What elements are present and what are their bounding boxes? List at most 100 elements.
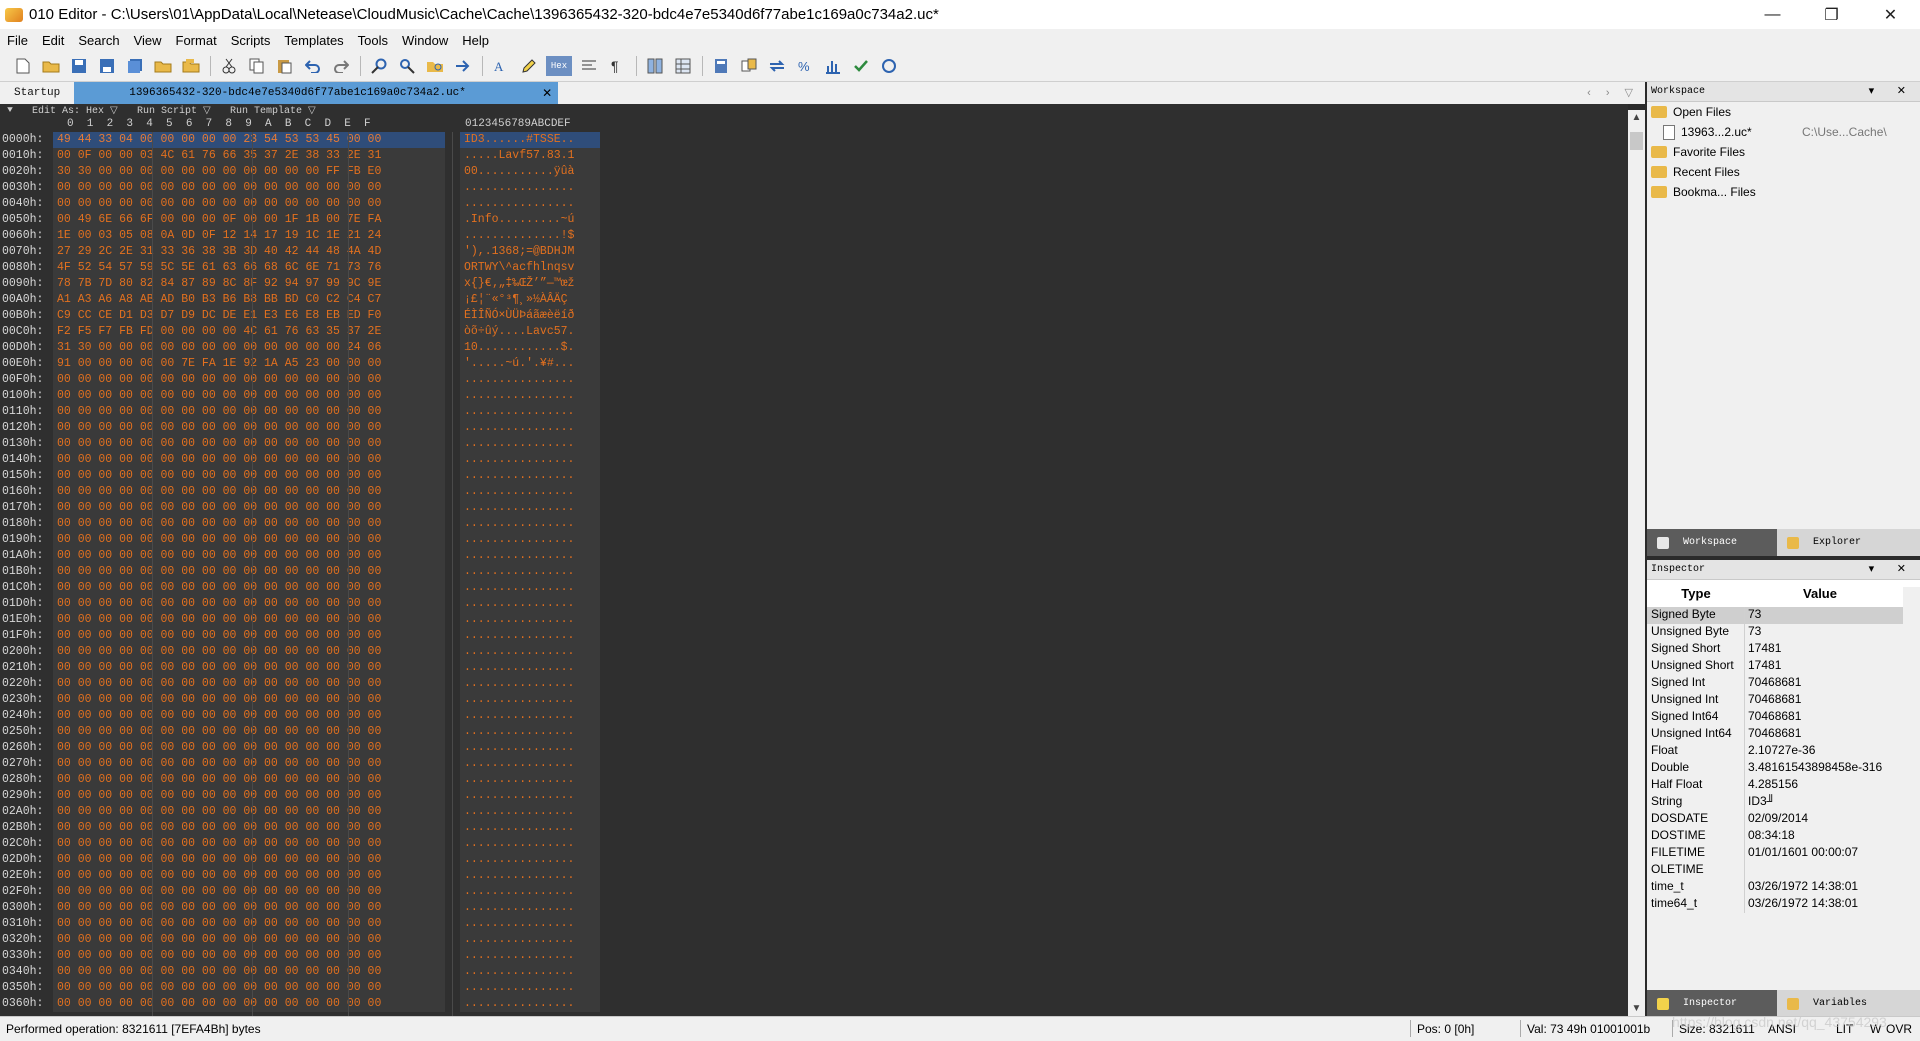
hex-row[interactable]: 01C0h: 00 00 00 00 00 00 00 00 00 00 00 0… xyxy=(0,580,1628,596)
inspector-panel-controls[interactable]: ▾ ✕ xyxy=(1869,562,1914,576)
inspector-row[interactable]: DOSDATE 02/09/2014 xyxy=(1647,811,1920,828)
hex-row[interactable]: 0180h: 00 00 00 00 00 00 00 00 00 00 00 0… xyxy=(0,516,1628,532)
hex-row[interactable]: 0270h: 00 00 00 00 00 00 00 00 00 00 00 0… xyxy=(0,756,1628,772)
row-hex-bytes[interactable]: 00 00 00 00 00 00 00 00 00 00 00 00 00 0… xyxy=(53,180,445,196)
row-ascii[interactable]: ................ xyxy=(460,580,600,596)
open-files-node[interactable]: Open Files xyxy=(1647,102,1920,122)
inspector-row[interactable]: Unsigned Int 70468681 xyxy=(1647,692,1920,709)
replace-icon[interactable] xyxy=(396,55,418,77)
inspector-row[interactable]: Unsigned Short 17481 xyxy=(1647,658,1920,675)
row-hex-bytes[interactable]: 4F 52 54 57 59 5C 5E 61 63 66 68 6C 6E 7… xyxy=(53,260,445,276)
find-icon[interactable] xyxy=(368,55,390,77)
inspector-value[interactable]: 08:34:18 xyxy=(1745,828,1895,845)
hex-row[interactable]: 0080h: 4F 52 54 57 59 5C 5E 61 63 66 68 6… xyxy=(0,260,1628,276)
row-ascii[interactable]: 10............$. xyxy=(460,340,600,356)
tab-inspector[interactable]: Inspector xyxy=(1647,990,1777,1017)
row-ascii[interactable]: ................ xyxy=(460,868,600,884)
hex-row[interactable]: 0020h: 30 30 00 00 00 00 00 00 00 00 00 0… xyxy=(0,164,1628,180)
row-hex-bytes[interactable]: 1E 00 03 05 08 0A 0D 0F 12 14 17 19 1C 1… xyxy=(53,228,445,244)
row-hex-bytes[interactable]: 00 00 00 00 00 00 00 00 00 00 00 00 00 0… xyxy=(53,868,445,884)
row-ascii[interactable]: ................ xyxy=(460,420,600,436)
hex-row[interactable]: 00A0h: A1 A3 A6 A8 AB AD B0 B3 B6 B8 BB B… xyxy=(0,292,1628,308)
row-hex-bytes[interactable]: 00 00 00 00 00 00 00 00 00 00 00 00 00 0… xyxy=(53,484,445,500)
hex-row[interactable]: 0340h: 00 00 00 00 00 00 00 00 00 00 00 0… xyxy=(0,964,1628,980)
hex-row[interactable]: 0000h: 49 44 33 04 00 00 00 00 00 23 54 5… xyxy=(0,132,1628,148)
hex-row[interactable]: 00C0h: F2 F5 F7 FB FD 00 00 00 00 4C 61 7… xyxy=(0,324,1628,340)
row-ascii[interactable]: ................ xyxy=(460,404,600,420)
bookmarked-files-node[interactable]: Bookma... Files xyxy=(1647,182,1920,202)
menu-view[interactable]: View xyxy=(127,33,169,48)
folder-icon[interactable] xyxy=(152,55,174,77)
row-ascii[interactable]: ................ xyxy=(460,436,600,452)
inspector-row[interactable]: time64_t 03/26/1972 14:38:01 xyxy=(1647,896,1920,913)
hex-row[interactable]: 0090h: 78 7B 7D 80 82 84 87 89 8C 8F 92 9… xyxy=(0,276,1628,292)
row-hex-bytes[interactable]: 00 00 00 00 00 00 00 00 00 00 00 00 00 0… xyxy=(53,804,445,820)
row-hex-bytes[interactable]: 00 00 00 00 00 00 00 00 00 00 00 00 00 0… xyxy=(53,660,445,676)
row-ascii[interactable]: 00...........ÿûà xyxy=(460,164,600,180)
hex-row[interactable]: 0050h: 00 49 6E 66 6F 00 00 00 0F 00 00 1… xyxy=(0,212,1628,228)
row-ascii[interactable]: ................ xyxy=(460,564,600,580)
hex-row[interactable]: 0230h: 00 00 00 00 00 00 00 00 00 00 00 0… xyxy=(0,692,1628,708)
row-hex-bytes[interactable]: 49 44 33 04 00 00 00 00 00 23 54 53 53 4… xyxy=(53,132,445,148)
row-ascii[interactable]: òõ÷ûý....Lavc57. xyxy=(460,324,600,340)
row-hex-bytes[interactable]: 00 00 00 00 00 00 00 00 00 00 00 00 00 0… xyxy=(53,676,445,692)
row-ascii[interactable]: ................ xyxy=(460,836,600,852)
inspector-value[interactable]: 73 xyxy=(1745,624,1895,641)
row-hex-bytes[interactable]: 00 00 00 00 00 00 00 00 00 00 00 00 00 0… xyxy=(53,724,445,740)
value-column-header[interactable]: Value xyxy=(1745,580,1895,607)
paste-icon[interactable] xyxy=(274,55,296,77)
row-ascii[interactable]: .Info.........~ú xyxy=(460,212,600,228)
column-mode-icon[interactable] xyxy=(578,55,600,77)
edit-as-dropdown[interactable]: Edit As: Hex ▽ xyxy=(32,105,118,117)
inspector-row[interactable]: Unsigned Byte 73 xyxy=(1647,624,1920,641)
row-hex-bytes[interactable]: 00 00 00 00 00 00 00 00 00 00 00 00 00 0… xyxy=(53,436,445,452)
row-ascii[interactable]: '.....~ú.'.¥#... xyxy=(460,356,600,372)
row-hex-bytes[interactable]: 00 00 00 00 00 00 00 00 00 00 00 00 00 0… xyxy=(53,420,445,436)
row-ascii[interactable]: ................ xyxy=(460,724,600,740)
row-ascii[interactable]: ................ xyxy=(460,804,600,820)
inspector-value[interactable]: 70468681 xyxy=(1745,726,1895,743)
hex-row[interactable]: 0130h: 00 00 00 00 00 00 00 00 00 00 00 0… xyxy=(0,436,1628,452)
row-ascii[interactable]: ................ xyxy=(460,628,600,644)
row-hex-bytes[interactable]: 00 00 00 00 00 00 00 00 00 00 00 00 00 0… xyxy=(53,820,445,836)
type-column-header[interactable]: Type xyxy=(1647,580,1745,607)
row-hex-bytes[interactable]: 00 00 00 00 00 00 00 00 00 00 00 00 00 0… xyxy=(53,580,445,596)
hex-row[interactable]: 0160h: 00 00 00 00 00 00 00 00 00 00 00 0… xyxy=(0,484,1628,500)
row-ascii[interactable]: ................ xyxy=(460,500,600,516)
menu-search[interactable]: Search xyxy=(71,33,126,48)
row-ascii[interactable]: ................ xyxy=(460,756,600,772)
row-ascii[interactable]: ................ xyxy=(460,980,600,996)
font-icon[interactable]: A xyxy=(490,55,512,77)
row-ascii[interactable]: ................ xyxy=(460,676,600,692)
hex-ops-icon[interactable] xyxy=(878,55,900,77)
row-hex-bytes[interactable]: 00 00 00 00 00 00 00 00 00 00 00 00 00 0… xyxy=(53,932,445,948)
hex-row[interactable]: 0300h: 00 00 00 00 00 00 00 00 00 00 00 0… xyxy=(0,900,1628,916)
row-hex-bytes[interactable]: 00 00 00 00 00 00 00 00 00 00 00 00 00 0… xyxy=(53,468,445,484)
row-hex-bytes[interactable]: 78 7B 7D 80 82 84 87 89 8C 8F 92 94 97 9… xyxy=(53,276,445,292)
row-ascii[interactable]: ................ xyxy=(460,468,600,484)
row-hex-bytes[interactable]: 00 0F 00 00 03 4C 61 76 66 35 37 2E 38 3… xyxy=(53,148,445,164)
row-hex-bytes[interactable]: 00 00 00 00 00 00 00 00 00 00 00 00 00 0… xyxy=(53,852,445,868)
highlight-icon[interactable] xyxy=(518,55,540,77)
row-ascii[interactable]: ¡£¦¨«­°³¶¸»½ÀÂÄÇ xyxy=(460,292,600,308)
hex-row[interactable]: 02D0h: 00 00 00 00 00 00 00 00 00 00 00 0… xyxy=(0,852,1628,868)
scroll-down-icon[interactable]: ▼ xyxy=(1628,1003,1645,1014)
inspector-row[interactable]: DOSTIME 08:34:18 xyxy=(1647,828,1920,845)
row-ascii[interactable]: '),.1368;=@BDHJM xyxy=(460,244,600,260)
hex-row[interactable]: 0110h: 00 00 00 00 00 00 00 00 00 00 00 0… xyxy=(0,404,1628,420)
row-ascii[interactable]: ................ xyxy=(460,532,600,548)
row-ascii[interactable]: ................ xyxy=(460,788,600,804)
row-ascii[interactable]: ÉÌÎÑÓ×ÙÜÞáãæèëíð xyxy=(460,308,600,324)
find-in-files-icon[interactable] xyxy=(424,55,446,77)
hex-row[interactable]: 0100h: 00 00 00 00 00 00 00 00 00 00 00 0… xyxy=(0,388,1628,404)
inspector-value[interactable]: 70468681 xyxy=(1745,675,1895,692)
editor-scrollbar[interactable]: ▲ ▼ xyxy=(1628,110,1645,1016)
row-hex-bytes[interactable]: 00 00 00 00 00 00 00 00 00 00 00 00 00 0… xyxy=(53,900,445,916)
row-hex-bytes[interactable]: 31 30 00 00 00 00 00 00 00 00 00 00 00 0… xyxy=(53,340,445,356)
row-ascii[interactable]: ................ xyxy=(460,692,600,708)
row-ascii[interactable]: ................ xyxy=(460,708,600,724)
tab-variables[interactable]: Variables xyxy=(1777,990,1877,1017)
row-ascii[interactable]: ................ xyxy=(460,964,600,980)
hex-row[interactable]: 0200h: 00 00 00 00 00 00 00 00 00 00 00 0… xyxy=(0,644,1628,660)
menu-tools[interactable]: Tools xyxy=(351,33,395,48)
